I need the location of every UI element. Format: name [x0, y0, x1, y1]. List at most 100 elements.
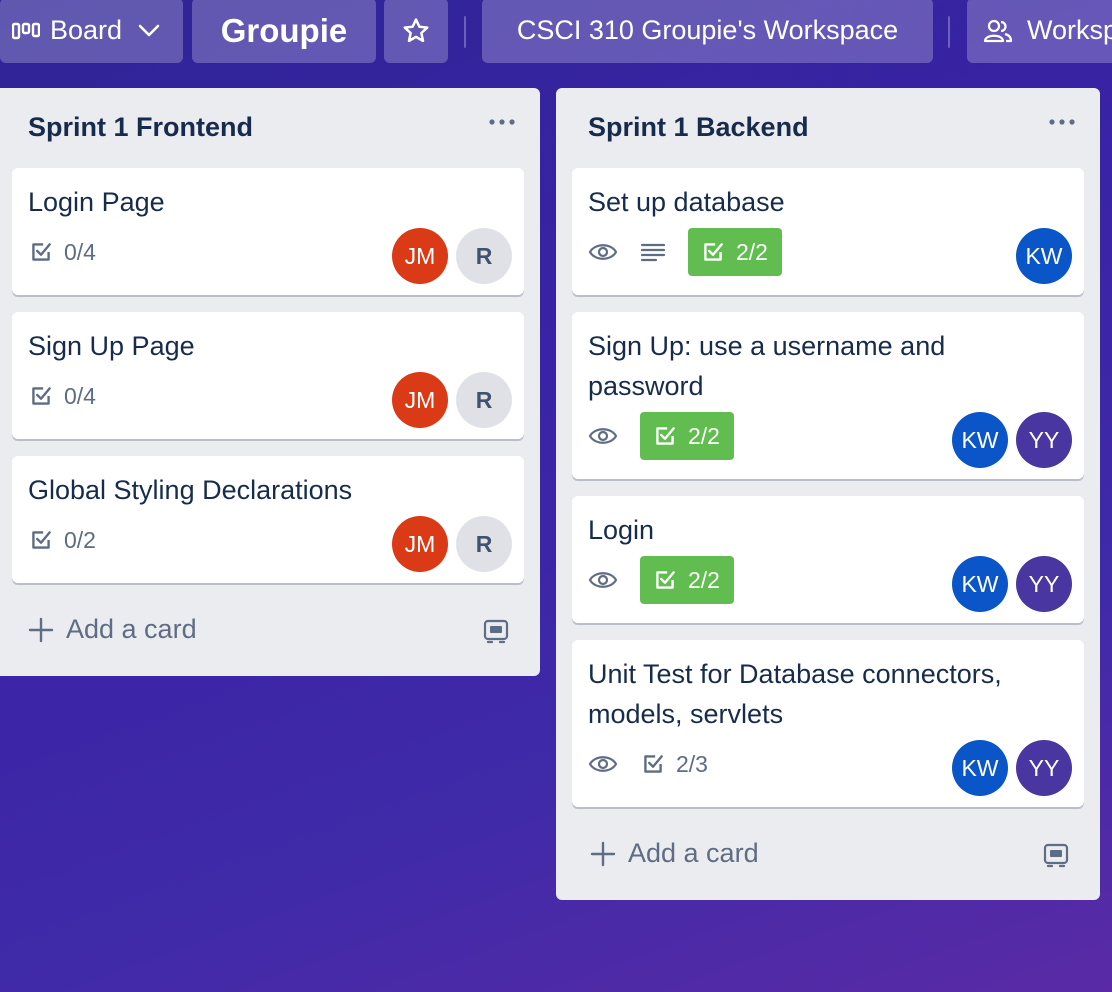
card-members: JM R — [384, 372, 512, 428]
header-divider — [948, 16, 950, 48]
card[interactable]: Global Styling Declarations 0/2 JM R — [12, 456, 524, 583]
card-title: Sign Up Page — [28, 331, 195, 361]
board-title[interactable]: Groupie — [192, 0, 376, 63]
card-title: Sign Up: use a username and password — [588, 331, 946, 401]
plus-icon — [28, 617, 54, 642]
workspace-name: CSCI 310 Groupie's Workspace — [516, 15, 899, 45]
list-title[interactable]: Sprint 1 Frontend — [28, 112, 253, 143]
add-card-button[interactable]: Add a card — [590, 838, 759, 869]
checklist-count: 2/2 — [736, 238, 768, 265]
checklist-count: 2/2 — [688, 566, 720, 593]
card-title: Login — [588, 515, 655, 545]
card-template-icon[interactable] — [1042, 842, 1070, 868]
list-title[interactable]: Sprint 1 Backend — [588, 112, 809, 143]
more-options-icon[interactable] — [1048, 118, 1076, 126]
checklist-count: 0/4 — [64, 382, 96, 409]
checklist-icon — [644, 755, 663, 773]
card-title: Global Styling Declarations — [28, 475, 353, 505]
checklist-badge-complete: 2/2 — [640, 412, 734, 460]
eye-icon — [588, 428, 618, 444]
checklist-icon — [656, 427, 675, 445]
eye-icon — [588, 244, 618, 260]
checklist-icon — [704, 243, 723, 261]
add-card-label: Add a card — [628, 838, 759, 868]
card-badges: 0/4 — [28, 228, 110, 276]
add-card-button[interactable]: Add a card — [28, 614, 197, 645]
card-badges: 0/2 — [28, 516, 110, 564]
card-members: KW YY — [944, 740, 1072, 796]
watching-badge — [588, 425, 618, 447]
card[interactable]: Set up database 2/2 KW — [572, 168, 1084, 295]
checklist-count: 2/2 — [688, 422, 720, 449]
card[interactable]: Sign Up: use a username and password 2/2… — [572, 312, 1084, 479]
board-icon — [12, 22, 40, 39]
checklist-badge: 0/4 — [28, 383, 96, 410]
star-icon — [403, 17, 429, 42]
avatar[interactable]: R — [456, 516, 512, 572]
list-sprint-1-frontend: Sprint 1 Frontend Login Page 0/4 JM R Si… — [0, 88, 540, 676]
star-board-button[interactable] — [384, 0, 448, 63]
avatar[interactable]: KW — [1016, 228, 1072, 284]
card-badges: 2/2 — [588, 412, 734, 460]
list-sprint-1-backend: Sprint 1 Backend Set up database 2/2 KW … — [556, 88, 1100, 900]
checklist-badge-complete: 2/2 — [688, 228, 782, 276]
watching-badge — [588, 569, 618, 591]
checklist-badge: 2/3 — [640, 751, 708, 778]
card-badges: 0/4 — [28, 372, 110, 420]
card-template-icon[interactable] — [482, 618, 510, 644]
avatar[interactable]: R — [456, 372, 512, 428]
card[interactable]: Unit Test for Database connectors, model… — [572, 640, 1084, 807]
card-badges: 2/2 — [588, 556, 734, 604]
description-icon — [640, 243, 666, 262]
board-title-text: Groupie — [220, 11, 348, 49]
avatar[interactable]: KW — [952, 740, 1008, 796]
avatar[interactable]: YY — [1016, 740, 1072, 796]
card[interactable]: Login 2/2 KW YY — [572, 496, 1084, 623]
watching-badge — [588, 753, 618, 775]
card-title: Unit Test for Database connectors, model… — [588, 659, 1002, 729]
board-view-label: Board — [50, 15, 123, 45]
card-members: KW YY — [944, 412, 1072, 468]
card-title: Login Page — [28, 187, 165, 217]
checklist-count: 0/2 — [64, 526, 96, 553]
avatar[interactable]: R — [456, 228, 512, 284]
chevron-down-icon — [138, 24, 160, 36]
checklist-icon — [32, 387, 51, 405]
card[interactable]: Login Page 0/4 JM R — [12, 168, 524, 295]
checklist-count: 2/3 — [676, 750, 708, 777]
checklist-badge: 0/4 — [28, 239, 96, 266]
board-view-switcher[interactable]: Board — [0, 0, 183, 63]
card-badges: 2/3 — [588, 740, 722, 788]
card-badges: 2/2 — [588, 228, 782, 276]
visibility-button[interactable]: Workspace visible — [967, 0, 1112, 63]
checklist-badge-complete: 2/2 — [640, 556, 734, 604]
avatar[interactable]: KW — [952, 556, 1008, 612]
avatar[interactable]: YY — [1016, 556, 1072, 612]
add-card-label: Add a card — [66, 614, 197, 644]
plus-icon — [590, 841, 616, 866]
header-divider — [464, 16, 466, 48]
avatar[interactable]: YY — [1016, 412, 1072, 468]
avatar[interactable]: JM — [392, 372, 448, 428]
card-members: KW YY — [944, 556, 1072, 612]
checklist-count: 0/4 — [64, 238, 96, 265]
people-icon — [983, 19, 1013, 42]
description-badge — [640, 241, 666, 263]
avatar[interactable]: JM — [392, 228, 448, 284]
avatar[interactable]: KW — [952, 412, 1008, 468]
card-members: JM R — [384, 228, 512, 284]
card-title: Set up database — [588, 187, 785, 217]
visibility-label: Workspace visible — [1027, 15, 1112, 45]
card[interactable]: Sign Up Page 0/4 JM R — [12, 312, 524, 439]
workspace-button[interactable]: CSCI 310 Groupie's Workspace — [482, 0, 933, 63]
eye-icon — [588, 756, 618, 772]
checklist-icon — [656, 571, 675, 589]
watching-badge — [588, 241, 618, 263]
card-members: KW — [1008, 228, 1072, 284]
eye-icon — [588, 572, 618, 588]
checklist-badge: 0/2 — [28, 527, 96, 554]
avatar[interactable]: JM — [392, 516, 448, 572]
more-options-icon[interactable] — [488, 118, 516, 126]
checklist-icon — [32, 243, 51, 261]
checklist-icon — [32, 531, 51, 549]
